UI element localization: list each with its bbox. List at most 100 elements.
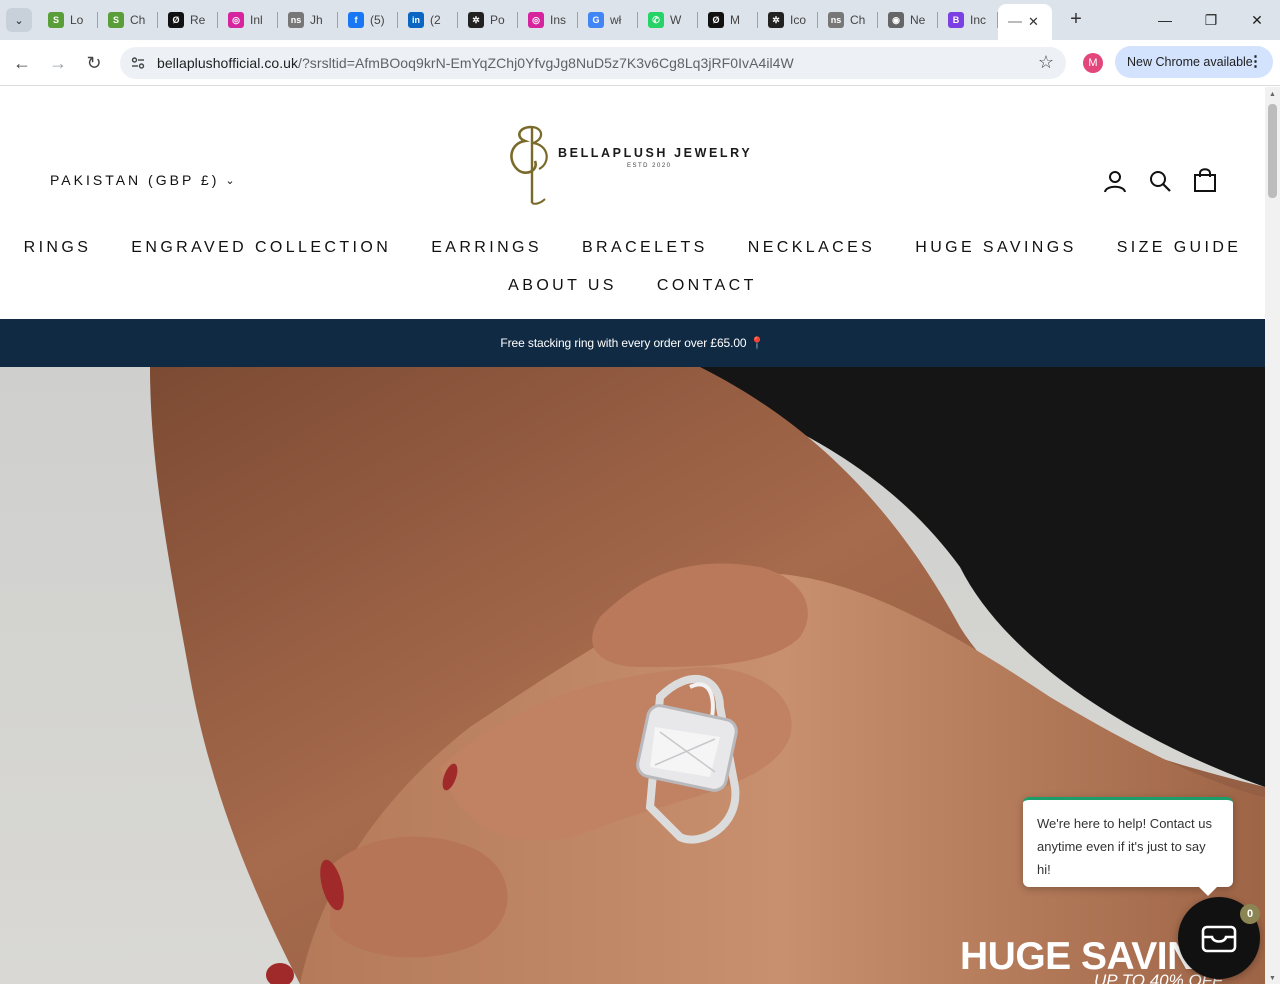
- browser-tab[interactable]: ØM: [698, 0, 758, 40]
- restore-button[interactable]: ❐: [1188, 0, 1234, 40]
- tab-search-button[interactable]: ⌄: [6, 8, 32, 32]
- browser-tab-active[interactable]: ✕: [998, 4, 1052, 40]
- scrollbar-thumb[interactable]: [1268, 104, 1277, 198]
- logo-monogram-icon: [510, 125, 548, 205]
- tab-title: Ch: [130, 13, 146, 27]
- instagram-icon: ◎: [228, 12, 244, 28]
- browser-tab[interactable]: S Ch: [98, 0, 158, 40]
- pin-emoji: 📍: [749, 336, 765, 350]
- chat-unread-badge: 0: [1240, 904, 1260, 924]
- browser-tab[interactable]: S Lo: [38, 0, 98, 40]
- scroll-up-arrow-icon[interactable]: ▲: [1269, 91, 1276, 98]
- minimize-button[interactable]: —: [1142, 0, 1188, 40]
- browser-tab[interactable]: ◉ Ne: [878, 0, 938, 40]
- browser-tab[interactable]: ◎ Ins: [518, 0, 578, 40]
- hero-banner[interactable]: HUGE SAVING UP TO 40% OFF: [0, 367, 1265, 984]
- web-page: PAKISTAN (GBP £) ⌄ BELLAPLUSH JEWELRY ES…: [0, 87, 1265, 984]
- browser-tab[interactable]: Gwł: [578, 0, 638, 40]
- browser-tab[interactable]: f (5): [338, 0, 398, 40]
- tab-title: (2: [430, 13, 441, 27]
- arrow-left-icon: ←: [13, 52, 31, 73]
- reload-button[interactable]: ↻: [81, 50, 107, 76]
- squarespace-icon: Ø: [708, 12, 724, 28]
- account-icon[interactable]: [1103, 169, 1127, 193]
- browser-tab[interactable]: ◎ Inl: [218, 0, 278, 40]
- google-icon: G: [588, 12, 604, 28]
- url-text[interactable]: bellaplushofficial.co.uk/?srsltid=AfmBOo…: [157, 55, 794, 71]
- shopify-icon: S: [108, 12, 124, 28]
- nav-about-us[interactable]: ABOUT US: [488, 275, 637, 297]
- browser-tab[interactable]: Ø Re: [158, 0, 218, 40]
- tab-title: W: [670, 13, 682, 27]
- browser-tab[interactable]: ✲ Ico: [758, 0, 818, 40]
- kebab-menu-icon[interactable]: ⋮: [1248, 46, 1263, 78]
- nav-engraved-collection[interactable]: ENGRAVED COLLECTION: [111, 237, 411, 259]
- squarespace-icon: Ø: [168, 12, 184, 28]
- search-icon[interactable]: [1148, 169, 1172, 193]
- tab-title: Re: [190, 13, 206, 27]
- nav-earrings[interactable]: EARRINGS: [411, 237, 562, 259]
- nav-rings[interactable]: RINGS: [4, 237, 112, 259]
- currency-selector[interactable]: PAKISTAN (GBP £) ⌄: [50, 172, 235, 188]
- tab-title: Jh: [310, 13, 323, 27]
- close-tab-icon[interactable]: ✕: [1028, 14, 1039, 30]
- nav-size-guide[interactable]: SIZE GUIDE: [1097, 237, 1262, 259]
- scroll-down-arrow-icon[interactable]: ▼: [1269, 975, 1276, 982]
- nav-row-2: ABOUT US CONTACT: [0, 275, 1265, 297]
- browser-toolbar: ← → ↻ bellaplushofficial.co.uk/?srsltid=…: [0, 40, 1280, 86]
- update-label: New Chrome available: [1127, 55, 1253, 69]
- minimize-icon: —: [1158, 12, 1172, 28]
- shopify-icon: S: [48, 12, 64, 28]
- browser-tab[interactable]: ns Jh: [278, 0, 338, 40]
- new-chrome-available-button[interactable]: New Chrome available ⋮: [1115, 46, 1273, 78]
- tab-title: Lo: [70, 13, 84, 27]
- new-tab-button[interactable]: +: [1064, 8, 1088, 32]
- openai-icon: ✲: [468, 12, 484, 28]
- chat-greeting-bubble[interactable]: We're here to help! Contact us anytime e…: [1023, 797, 1233, 896]
- reload-icon: ↻: [86, 52, 102, 73]
- hero-image: [0, 367, 1265, 984]
- nav-necklaces[interactable]: NECKLACES: [728, 237, 896, 259]
- forward-button[interactable]: →: [45, 50, 71, 76]
- nav-contact[interactable]: CONTACT: [637, 275, 777, 297]
- tab-title: Ico: [790, 13, 807, 27]
- chevron-down-icon: ⌄: [225, 174, 235, 187]
- profile-avatar[interactable]: M: [1083, 53, 1103, 73]
- browser-tab[interactable]: ✲ Po: [458, 0, 518, 40]
- b-icon: B: [948, 12, 964, 28]
- tab-title: Ne: [910, 13, 926, 27]
- announcement-bar: Free stacking ring with every order over…: [0, 319, 1265, 367]
- logo-wordmark: BELLAPLUSH JEWELRY: [558, 146, 753, 160]
- restore-icon: ❐: [1204, 11, 1218, 28]
- browser-tab[interactable]: ns Ch: [818, 0, 878, 40]
- close-icon: ✕: [1251, 11, 1263, 28]
- chrome-icon: ◉: [888, 12, 904, 28]
- currency-label: PAKISTAN (GBP £): [50, 172, 220, 188]
- tab-list: S Lo S Ch Ø Re ◎ Inl ns Jh f (5) in (2 ✲ Po ◎ Ins Gwł ✆ W Ø M ✲…: [38, 0, 1052, 40]
- instagram-icon: ◎: [528, 12, 544, 28]
- loading-indicator: [1008, 21, 1022, 23]
- nav-huge-savings[interactable]: HUGE SAVINGS: [895, 237, 1096, 259]
- address-bar[interactable]: bellaplushofficial.co.uk/?srsltid=AfmBOo…: [120, 47, 1066, 79]
- tab-title: Ch: [850, 13, 866, 27]
- back-button[interactable]: ←: [9, 50, 35, 76]
- site-logo[interactable]: BELLAPLUSH JEWELRY ESTD 2020: [505, 123, 755, 207]
- url-host: bellaplushofficial.co.uk: [157, 55, 299, 71]
- url-path: /?srsltid=AfmBOoq9krN-EmYqZChj0YfvgJg8Nu…: [298, 55, 794, 71]
- close-window-button[interactable]: ✕: [1234, 0, 1280, 40]
- site-settings-icon[interactable]: [128, 53, 148, 73]
- logo-established: ESTD 2020: [627, 163, 672, 169]
- nav-bracelets[interactable]: BRACELETS: [562, 237, 728, 259]
- page-scrollbar[interactable]: ▲ ▼: [1265, 87, 1280, 984]
- arrow-right-icon: →: [49, 52, 67, 73]
- notes-icon: ns: [288, 12, 304, 28]
- browser-tab[interactable]: in (2: [398, 0, 458, 40]
- browser-tab-strip: ⌄ S Lo S Ch Ø Re ◎ Inl ns Jh f (5) in (2 ✲ Po ◎ Ins Gwł ✆ W Ø…: [0, 0, 1280, 40]
- chat-greeting-text: We're here to help! Contact us anytime e…: [1037, 816, 1212, 877]
- tab-title: Inc: [970, 13, 987, 27]
- browser-tab[interactable]: B Inc: [938, 0, 998, 40]
- announcement-text: Free stacking ring with every order over…: [500, 336, 747, 350]
- browser-tab[interactable]: ✆ W: [638, 0, 698, 40]
- bookmark-star-icon[interactable]: ☆: [1038, 52, 1054, 73]
- cart-bag-icon[interactable]: [1193, 167, 1217, 193]
